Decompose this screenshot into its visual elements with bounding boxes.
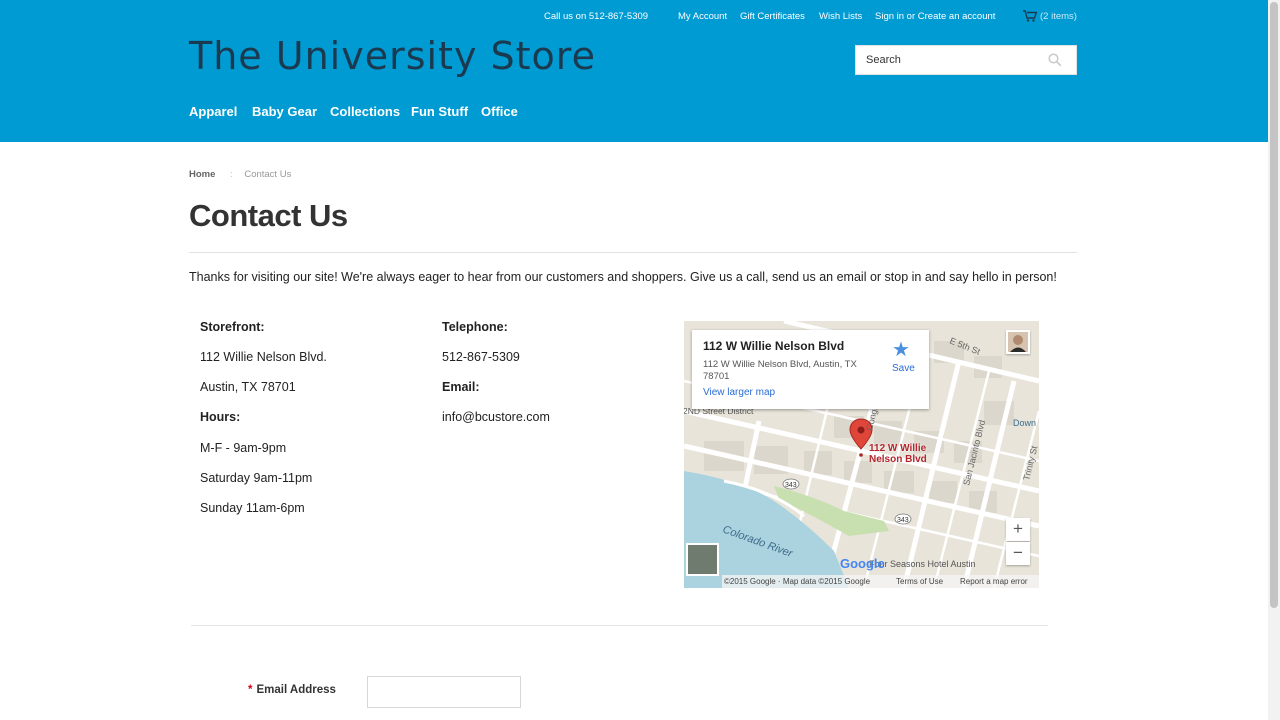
my-account-link[interactable]: My Account	[678, 11, 727, 22]
zoom-in-button[interactable]: +	[1006, 518, 1030, 541]
breadcrumb-home[interactable]: Home	[189, 169, 215, 180]
form-divider	[191, 625, 1048, 626]
map-report-link[interactable]: Report a map error	[960, 575, 1028, 588]
telephone-value: 512-867-5309	[442, 350, 520, 364]
email-value: info@bcustore.com	[442, 410, 550, 424]
email-address-label: * Email Address	[248, 684, 336, 696]
hours-heading: Hours:	[200, 410, 241, 424]
store-map[interactable]: 343 343 2ND Street District E 5th St Con…	[684, 321, 1039, 588]
email-heading: Email:	[442, 380, 480, 394]
site-header: Call us on 512-867-5309 My Account Gift …	[0, 0, 1268, 142]
store-logo-title[interactable]: The University Store	[189, 34, 596, 78]
gift-certificates-link[interactable]: Gift Certificates	[740, 11, 805, 22]
nav-item-baby-gear[interactable]: Baby Gear	[252, 104, 317, 119]
map-card-title: 112 W Willie Nelson Blvd	[703, 339, 845, 353]
route-shield-2: 343	[897, 517, 909, 524]
hours-saturday: Saturday 9am-11pm	[200, 471, 313, 485]
hours-sunday: Sunday 11am-6pm	[200, 501, 305, 515]
map-marker-label: 112 W Willie Nelson Blvd	[869, 443, 927, 465]
required-marker: *	[248, 684, 253, 696]
intro-text: Thanks for visiting our site! We're alwa…	[189, 270, 1057, 284]
nav-item-office[interactable]: Office	[481, 104, 518, 119]
sign-in-link[interactable]: Sign in or Create an account	[875, 11, 995, 22]
map-save-button[interactable]: Save	[892, 363, 915, 374]
breadcrumb-separator: :	[230, 169, 233, 180]
search-input[interactable]	[856, 46, 1046, 74]
map-card-address: 112 W Willie Nelson Blvd, Austin, TX 787…	[703, 359, 857, 382]
nav-item-collections[interactable]: Collections	[330, 104, 400, 119]
scrollbar-thumb[interactable]	[1270, 2, 1278, 608]
cart-count[interactable]: (2 items)	[1040, 11, 1077, 22]
storefront-address-line1: 112 Willie Nelson Blvd.	[200, 350, 327, 364]
title-divider	[189, 252, 1077, 253]
page-title: Contact Us	[189, 198, 348, 233]
cart-icon[interactable]	[1023, 10, 1038, 25]
map-label-downtown: Down	[1013, 418, 1036, 428]
search-box	[855, 45, 1077, 75]
wish-lists-link[interactable]: Wish Lists	[819, 11, 862, 22]
zoom-out-button[interactable]: −	[1006, 542, 1030, 565]
email-address-label-text: Email Address	[256, 684, 336, 696]
star-icon[interactable]: ★	[892, 337, 910, 362]
search-icon[interactable]	[1048, 53, 1062, 67]
storefront-address-line2: Austin, TX 78701	[200, 380, 296, 394]
hours-weekday: M-F - 9am-9pm	[200, 441, 287, 455]
telephone-heading: Telephone:	[442, 320, 508, 334]
breadcrumb: Home : Contact Us	[189, 169, 291, 180]
map-info-card: 112 W Willie Nelson Blvd 112 W Willie Ne…	[692, 330, 929, 409]
storefront-heading: Storefront:	[200, 320, 265, 334]
map-footer: ©2015 Google · Map data ©2015 Google Ter…	[722, 575, 1039, 588]
phone-text: Call us on 512-867-5309	[544, 11, 649, 22]
email-address-input[interactable]	[367, 676, 521, 708]
google-logo: Google	[840, 556, 885, 571]
nav-item-apparel[interactable]: Apparel	[189, 104, 237, 119]
nav-item-fun-stuff[interactable]: Fun Stuff	[411, 104, 468, 119]
map-copyright: ©2015 Google · Map data ©2015 Google	[724, 577, 871, 586]
map-terms-link[interactable]: Terms of Use	[896, 575, 943, 588]
route-shield-1: 343	[785, 482, 797, 489]
map-label-four-seasons: Four Seasons Hotel Austin	[869, 559, 976, 569]
breadcrumb-current: Contact Us	[244, 169, 292, 180]
satellite-toggle[interactable]	[686, 543, 719, 576]
avatar[interactable]	[1006, 330, 1030, 354]
view-larger-map-link[interactable]: View larger map	[703, 387, 775, 398]
